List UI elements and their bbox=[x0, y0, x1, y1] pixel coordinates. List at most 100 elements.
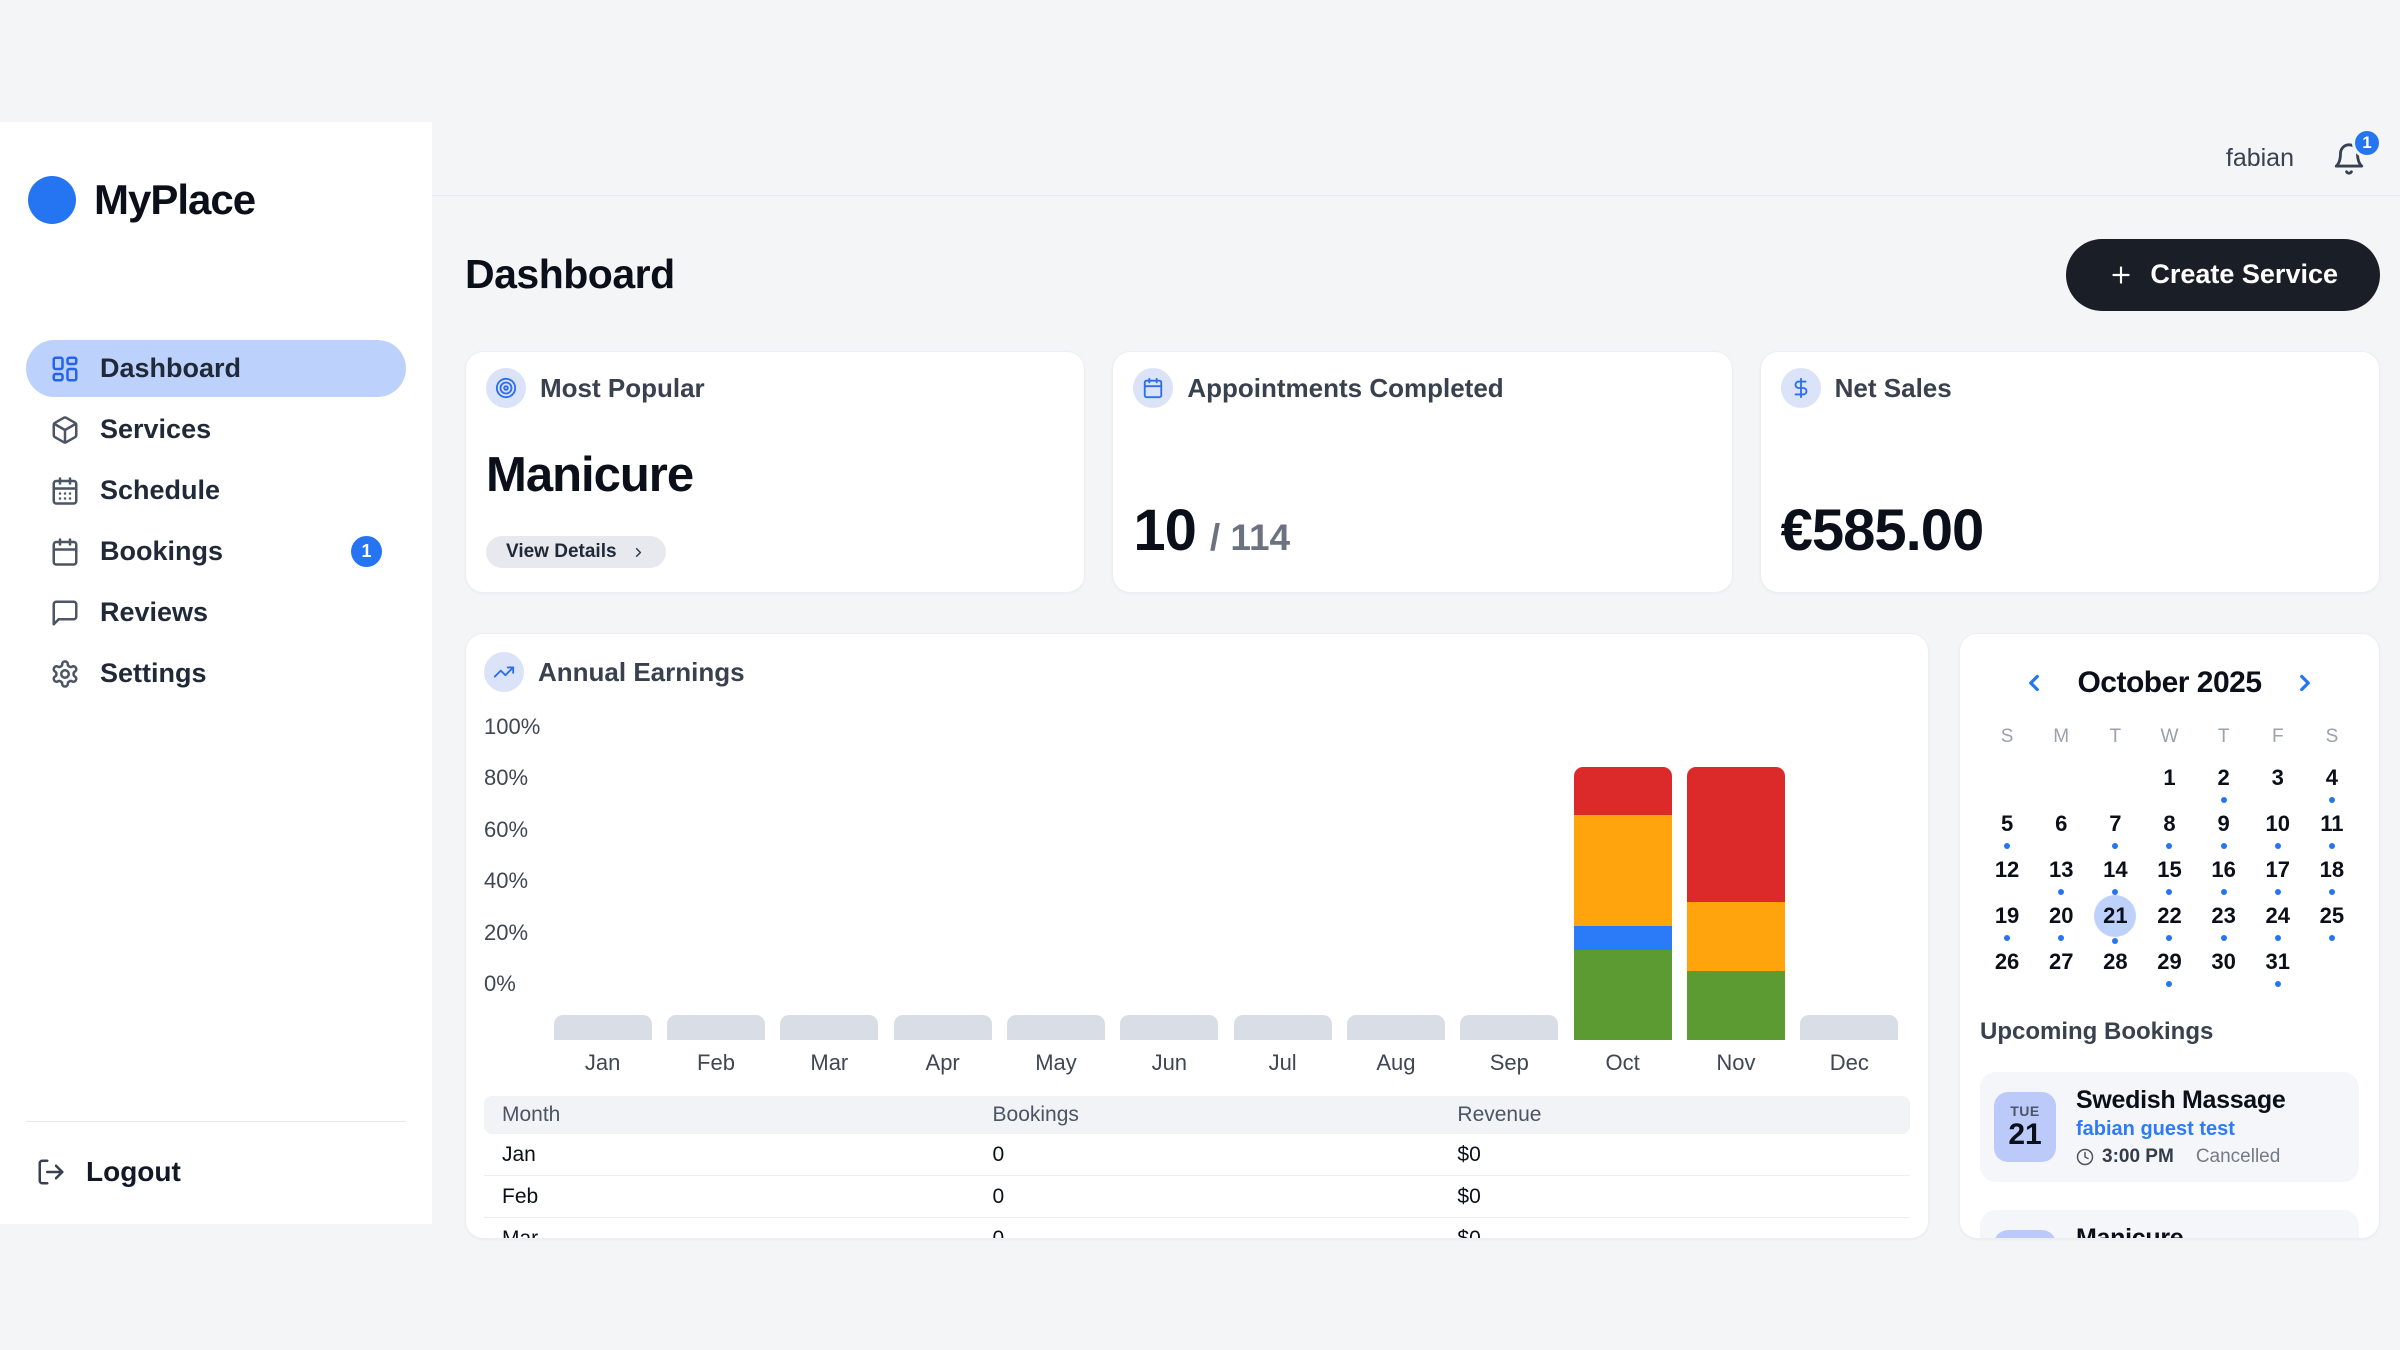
calendar-day-11[interactable]: 11 bbox=[2305, 806, 2359, 852]
notification-badge: 1 bbox=[2352, 128, 2382, 158]
calendar-day-2[interactable]: 2 bbox=[2197, 760, 2251, 806]
sidebar-item-label: Dashboard bbox=[100, 353, 241, 384]
booking-dot bbox=[2166, 889, 2172, 895]
calendar-day-12[interactable]: 12 bbox=[1980, 852, 2034, 898]
dashboard-icon bbox=[50, 354, 80, 384]
calendar-day-24[interactable]: 24 bbox=[2251, 898, 2305, 944]
day-number: 24 bbox=[2257, 898, 2299, 934]
weekday-label: W bbox=[2142, 726, 2196, 760]
lower-row: Annual Earnings 100%80%60%40%20%0%JanFeb… bbox=[465, 633, 2380, 1239]
day-number: 25 bbox=[2311, 898, 2353, 934]
sidebar: MyPlace DashboardServicesScheduleBooking… bbox=[0, 122, 432, 1224]
empty-day-cell bbox=[1980, 760, 2034, 806]
weekday-label: S bbox=[1980, 726, 2034, 760]
booking-info: ManicureCustomer2:00 AMPending bbox=[2076, 1224, 2266, 1239]
dollar-icon bbox=[1781, 368, 1821, 408]
booking-item[interactable]: TUE21Swedish Massagefabian guest test3:0… bbox=[1980, 1072, 2359, 1182]
empty-day-cell bbox=[2034, 760, 2088, 806]
booking-dot bbox=[2166, 981, 2172, 987]
view-details-button[interactable]: View Details bbox=[486, 536, 666, 568]
calendar-day-20[interactable]: 20 bbox=[2034, 898, 2088, 944]
calendar-day-17[interactable]: 17 bbox=[2251, 852, 2305, 898]
x-axis-label: Oct bbox=[1566, 1050, 1679, 1076]
calendar-next-button[interactable] bbox=[2288, 666, 2322, 700]
booking-dot bbox=[2329, 843, 2335, 849]
view-details-label: View Details bbox=[506, 541, 617, 563]
username[interactable]: fabian bbox=[2226, 144, 2294, 173]
sidebar-item-schedule[interactable]: Schedule bbox=[26, 462, 406, 519]
logout-button[interactable]: Logout bbox=[26, 1156, 406, 1188]
create-service-button[interactable]: Create Service bbox=[2066, 239, 2380, 311]
day-number: 9 bbox=[2203, 806, 2245, 842]
calendar-prev-button[interactable] bbox=[2017, 666, 2051, 700]
calendar-day-29[interactable]: 29 bbox=[2142, 944, 2196, 990]
booking-service-name: Manicure bbox=[2076, 1224, 2266, 1239]
calendar-icon bbox=[50, 537, 80, 567]
day-number: 20 bbox=[2040, 898, 2082, 934]
calendar-day-27[interactable]: 27 bbox=[2034, 944, 2088, 990]
booking-weekday: TUE bbox=[2010, 1103, 2040, 1119]
chevron-right-icon bbox=[2292, 670, 2318, 696]
calendar-day-13[interactable]: 13 bbox=[2034, 852, 2088, 898]
bar-slot-feb: Feb bbox=[659, 714, 772, 1076]
sidebar-item-label: Services bbox=[100, 414, 211, 445]
calendar-day-4[interactable]: 4 bbox=[2305, 760, 2359, 806]
calendar-day-30[interactable]: 30 bbox=[2197, 944, 2251, 990]
calendar-day-1[interactable]: 1 bbox=[2142, 760, 2196, 806]
day-number: 6 bbox=[2040, 806, 2082, 842]
day-number: 19 bbox=[1986, 898, 2028, 934]
sidebar-item-dashboard[interactable]: Dashboard bbox=[26, 340, 406, 397]
sidebar-item-bookings[interactable]: Bookings1 bbox=[26, 523, 406, 580]
booking-dot bbox=[2004, 843, 2010, 849]
calendar-day-15[interactable]: 15 bbox=[2142, 852, 2196, 898]
calendar-day-26[interactable]: 26 bbox=[1980, 944, 2034, 990]
day-number: 14 bbox=[2094, 852, 2136, 888]
booking-customer-link[interactable]: fabian guest test bbox=[2076, 1118, 2285, 1141]
calendar-day-8[interactable]: 8 bbox=[2142, 806, 2196, 852]
calendar-month-title: October 2025 bbox=[2077, 666, 2261, 700]
booking-dot bbox=[2221, 889, 2227, 895]
calendar-day-7[interactable]: 7 bbox=[2088, 806, 2142, 852]
calendar-day-10[interactable]: 10 bbox=[2251, 806, 2305, 852]
calendar-day-14[interactable]: 14 bbox=[2088, 852, 2142, 898]
booking-status: Cancelled bbox=[2196, 1146, 2281, 1168]
calendar-day-25[interactable]: 25 bbox=[2305, 898, 2359, 944]
gear-icon bbox=[50, 659, 80, 689]
empty-bar bbox=[554, 1015, 652, 1040]
bar-slot-jun: Jun bbox=[1113, 714, 1226, 1076]
weekday-label: T bbox=[2088, 726, 2142, 760]
calendar-day-28[interactable]: 28 bbox=[2088, 944, 2142, 990]
table-cell: $0 bbox=[1439, 1176, 1910, 1218]
calendar-day-23[interactable]: 23 bbox=[2197, 898, 2251, 944]
bar-slot-sep: Sep bbox=[1453, 714, 1566, 1076]
sidebar-item-services[interactable]: Services bbox=[26, 401, 406, 458]
earnings-table: MonthBookingsRevenue Jan0$0Feb0$0Mar0$0 bbox=[484, 1096, 1910, 1239]
annual-earnings-title: Annual Earnings bbox=[538, 657, 745, 688]
calendar-day-9[interactable]: 9 bbox=[2197, 806, 2251, 852]
booking-item[interactable]: WED22ManicureCustomer2:00 AMPending bbox=[1980, 1210, 2359, 1239]
calendar-day-5[interactable]: 5 bbox=[1980, 806, 2034, 852]
table-header: Revenue bbox=[1439, 1096, 1910, 1134]
sidebar-item-label: Reviews bbox=[100, 597, 208, 628]
trending-up-icon bbox=[484, 652, 524, 692]
calendar-day-16[interactable]: 16 bbox=[2197, 852, 2251, 898]
notifications-button[interactable]: 1 bbox=[2332, 142, 2366, 176]
annual-earnings-card: Annual Earnings 100%80%60%40%20%0%JanFeb… bbox=[465, 633, 1929, 1239]
sidebar-item-reviews[interactable]: Reviews bbox=[26, 584, 406, 641]
booking-dot bbox=[2275, 889, 2281, 895]
booking-dot bbox=[2329, 889, 2335, 895]
day-number: 15 bbox=[2148, 852, 2190, 888]
booking-dot bbox=[2275, 843, 2281, 849]
calendar-day-21[interactable]: 21 bbox=[2088, 898, 2142, 944]
calendar-day-31[interactable]: 31 bbox=[2251, 944, 2305, 990]
calendar-day-3[interactable]: 3 bbox=[2251, 760, 2305, 806]
calendar-day-19[interactable]: 19 bbox=[1980, 898, 2034, 944]
calendar-day-18[interactable]: 18 bbox=[2305, 852, 2359, 898]
day-number: 30 bbox=[2203, 944, 2245, 980]
sidebar-item-settings[interactable]: Settings bbox=[26, 645, 406, 702]
bar-segment bbox=[1687, 971, 1785, 1040]
calendar-day-6[interactable]: 6 bbox=[2034, 806, 2088, 852]
day-number: 8 bbox=[2148, 806, 2190, 842]
appointments-total: / 114 bbox=[1210, 517, 1290, 559]
calendar-day-22[interactable]: 22 bbox=[2142, 898, 2196, 944]
